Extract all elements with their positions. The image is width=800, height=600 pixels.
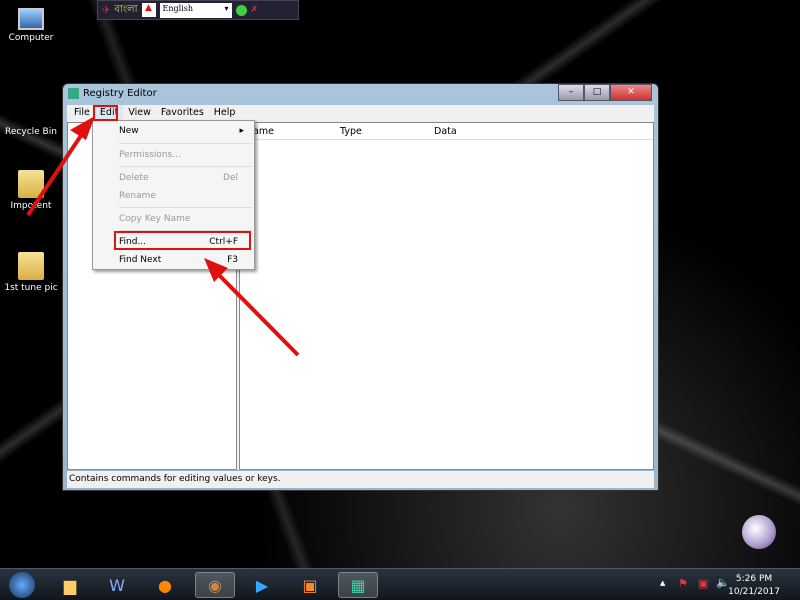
taskbar-registry-editor[interactable]: ▦ xyxy=(338,572,378,598)
firefox-icon: ● xyxy=(158,575,172,595)
show-hidden-icons[interactable]: ▲ xyxy=(660,579,665,587)
annotation-arrow-edit xyxy=(26,116,95,217)
annotation-arrows xyxy=(26,116,300,357)
network-icon[interactable]: ▣ xyxy=(698,577,708,590)
taskbar-player[interactable]: ▶ xyxy=(242,572,282,598)
action-center-icon[interactable]: ⚑ xyxy=(678,577,688,590)
regedit-icon: ▦ xyxy=(350,575,366,595)
windows-logo-icon xyxy=(9,572,35,598)
gadget-orb[interactable] xyxy=(742,515,776,549)
video-icon: ▣ xyxy=(302,575,318,595)
word-icon: W xyxy=(109,575,125,595)
clock[interactable]: 5:26 PM 10/21/2017 xyxy=(728,573,780,599)
media-icon: ◉ xyxy=(208,575,222,595)
taskbar-explorer[interactable]: ▆ xyxy=(50,572,90,598)
play-icon: ▶ xyxy=(255,575,269,595)
folder-icon: ▆ xyxy=(63,575,77,595)
start-button[interactable] xyxy=(2,572,42,598)
taskbar-media-app[interactable]: ◉ xyxy=(195,572,235,598)
annotation-arrow-find xyxy=(204,258,300,357)
taskbar-video[interactable]: ▣ xyxy=(290,572,330,598)
taskbar-firefox[interactable]: ● xyxy=(145,572,185,598)
taskbar: ▆ W ● ◉ ▶ ▣ ▦ ▲ ⚑ ▣ 🔈 5:26 PM 10/21/2017 xyxy=(0,568,800,600)
taskbar-word[interactable]: W xyxy=(97,572,137,598)
